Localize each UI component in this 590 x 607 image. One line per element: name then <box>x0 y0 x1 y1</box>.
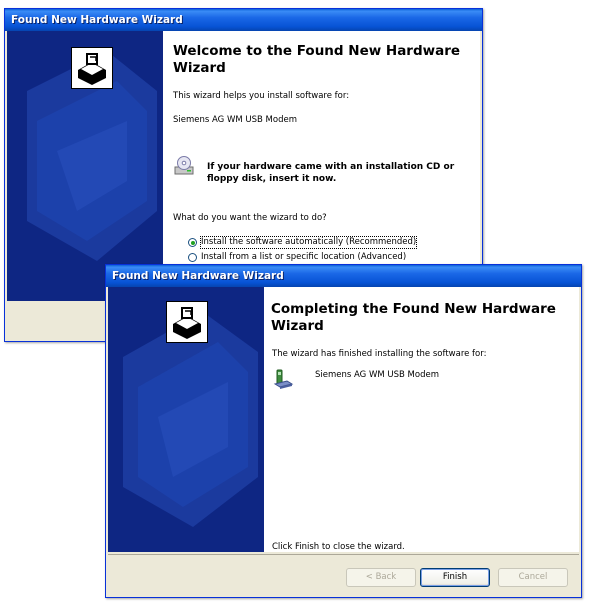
cd-prompt-line-1: If your hardware came with an installati… <box>207 162 455 172</box>
modem-icon <box>272 368 294 390</box>
completing-window-titlebar[interactable]: Found New Hardware Wizard <box>106 265 581 287</box>
radio-install-automatically[interactable] <box>188 238 197 247</box>
welcome-heading: Welcome to the Found New Hardware Wizard <box>173 43 461 76</box>
close-hint-text: Click Finish to close the wizard. <box>272 542 405 552</box>
button-bar <box>108 554 579 555</box>
welcome-sidebar-banner <box>7 31 163 301</box>
cd-drive-icon <box>173 155 195 177</box>
completed-device-name: Siemens AG WM USB Modem <box>315 370 439 380</box>
cd-prompt-line-2: floppy disk, insert it now. <box>207 174 337 184</box>
back-button[interactable]: < Back <box>346 568 416 587</box>
welcome-intro-text: This wizard helps you install software f… <box>173 91 350 101</box>
welcome-window-title: Found New Hardware Wizard <box>11 14 183 26</box>
finished-text: The wizard has finished installing the s… <box>272 349 487 359</box>
welcome-window-titlebar[interactable]: Found New Hardware Wizard <box>5 9 482 31</box>
completing-wizard-window: Found New Hardware Wizard Completing the… <box>105 264 582 598</box>
finish-button[interactable]: Finish <box>420 568 490 587</box>
completing-content-panel: Completing the Found New Hardware Wizard… <box>264 287 579 552</box>
option-install-automatically[interactable]: Install the software automatically (Reco… <box>188 236 448 249</box>
option-label-automatic: Install the software automatically (Reco… <box>199 236 418 249</box>
option-install-from-list[interactable]: Install from a list or specific location… <box>188 252 448 264</box>
completing-sidebar-banner <box>108 287 264 552</box>
option-label-advanced: Install from a list or specific location… <box>201 252 407 262</box>
completing-window-title: Found New Hardware Wizard <box>112 270 284 282</box>
hardware-wizard-icon <box>166 301 208 343</box>
completing-heading: Completing the Found New Hardware Wizard <box>271 301 556 334</box>
hardware-wizard-icon <box>71 47 113 89</box>
welcome-content-panel: Welcome to the Found New Hardware Wizard… <box>163 31 480 301</box>
radio-install-from-list[interactable] <box>188 253 197 262</box>
welcome-device-name: Siemens AG WM USB Modem <box>173 115 297 125</box>
wizard-question: What do you want the wizard to do? <box>173 213 327 223</box>
cancel-button[interactable]: Cancel <box>498 568 568 587</box>
